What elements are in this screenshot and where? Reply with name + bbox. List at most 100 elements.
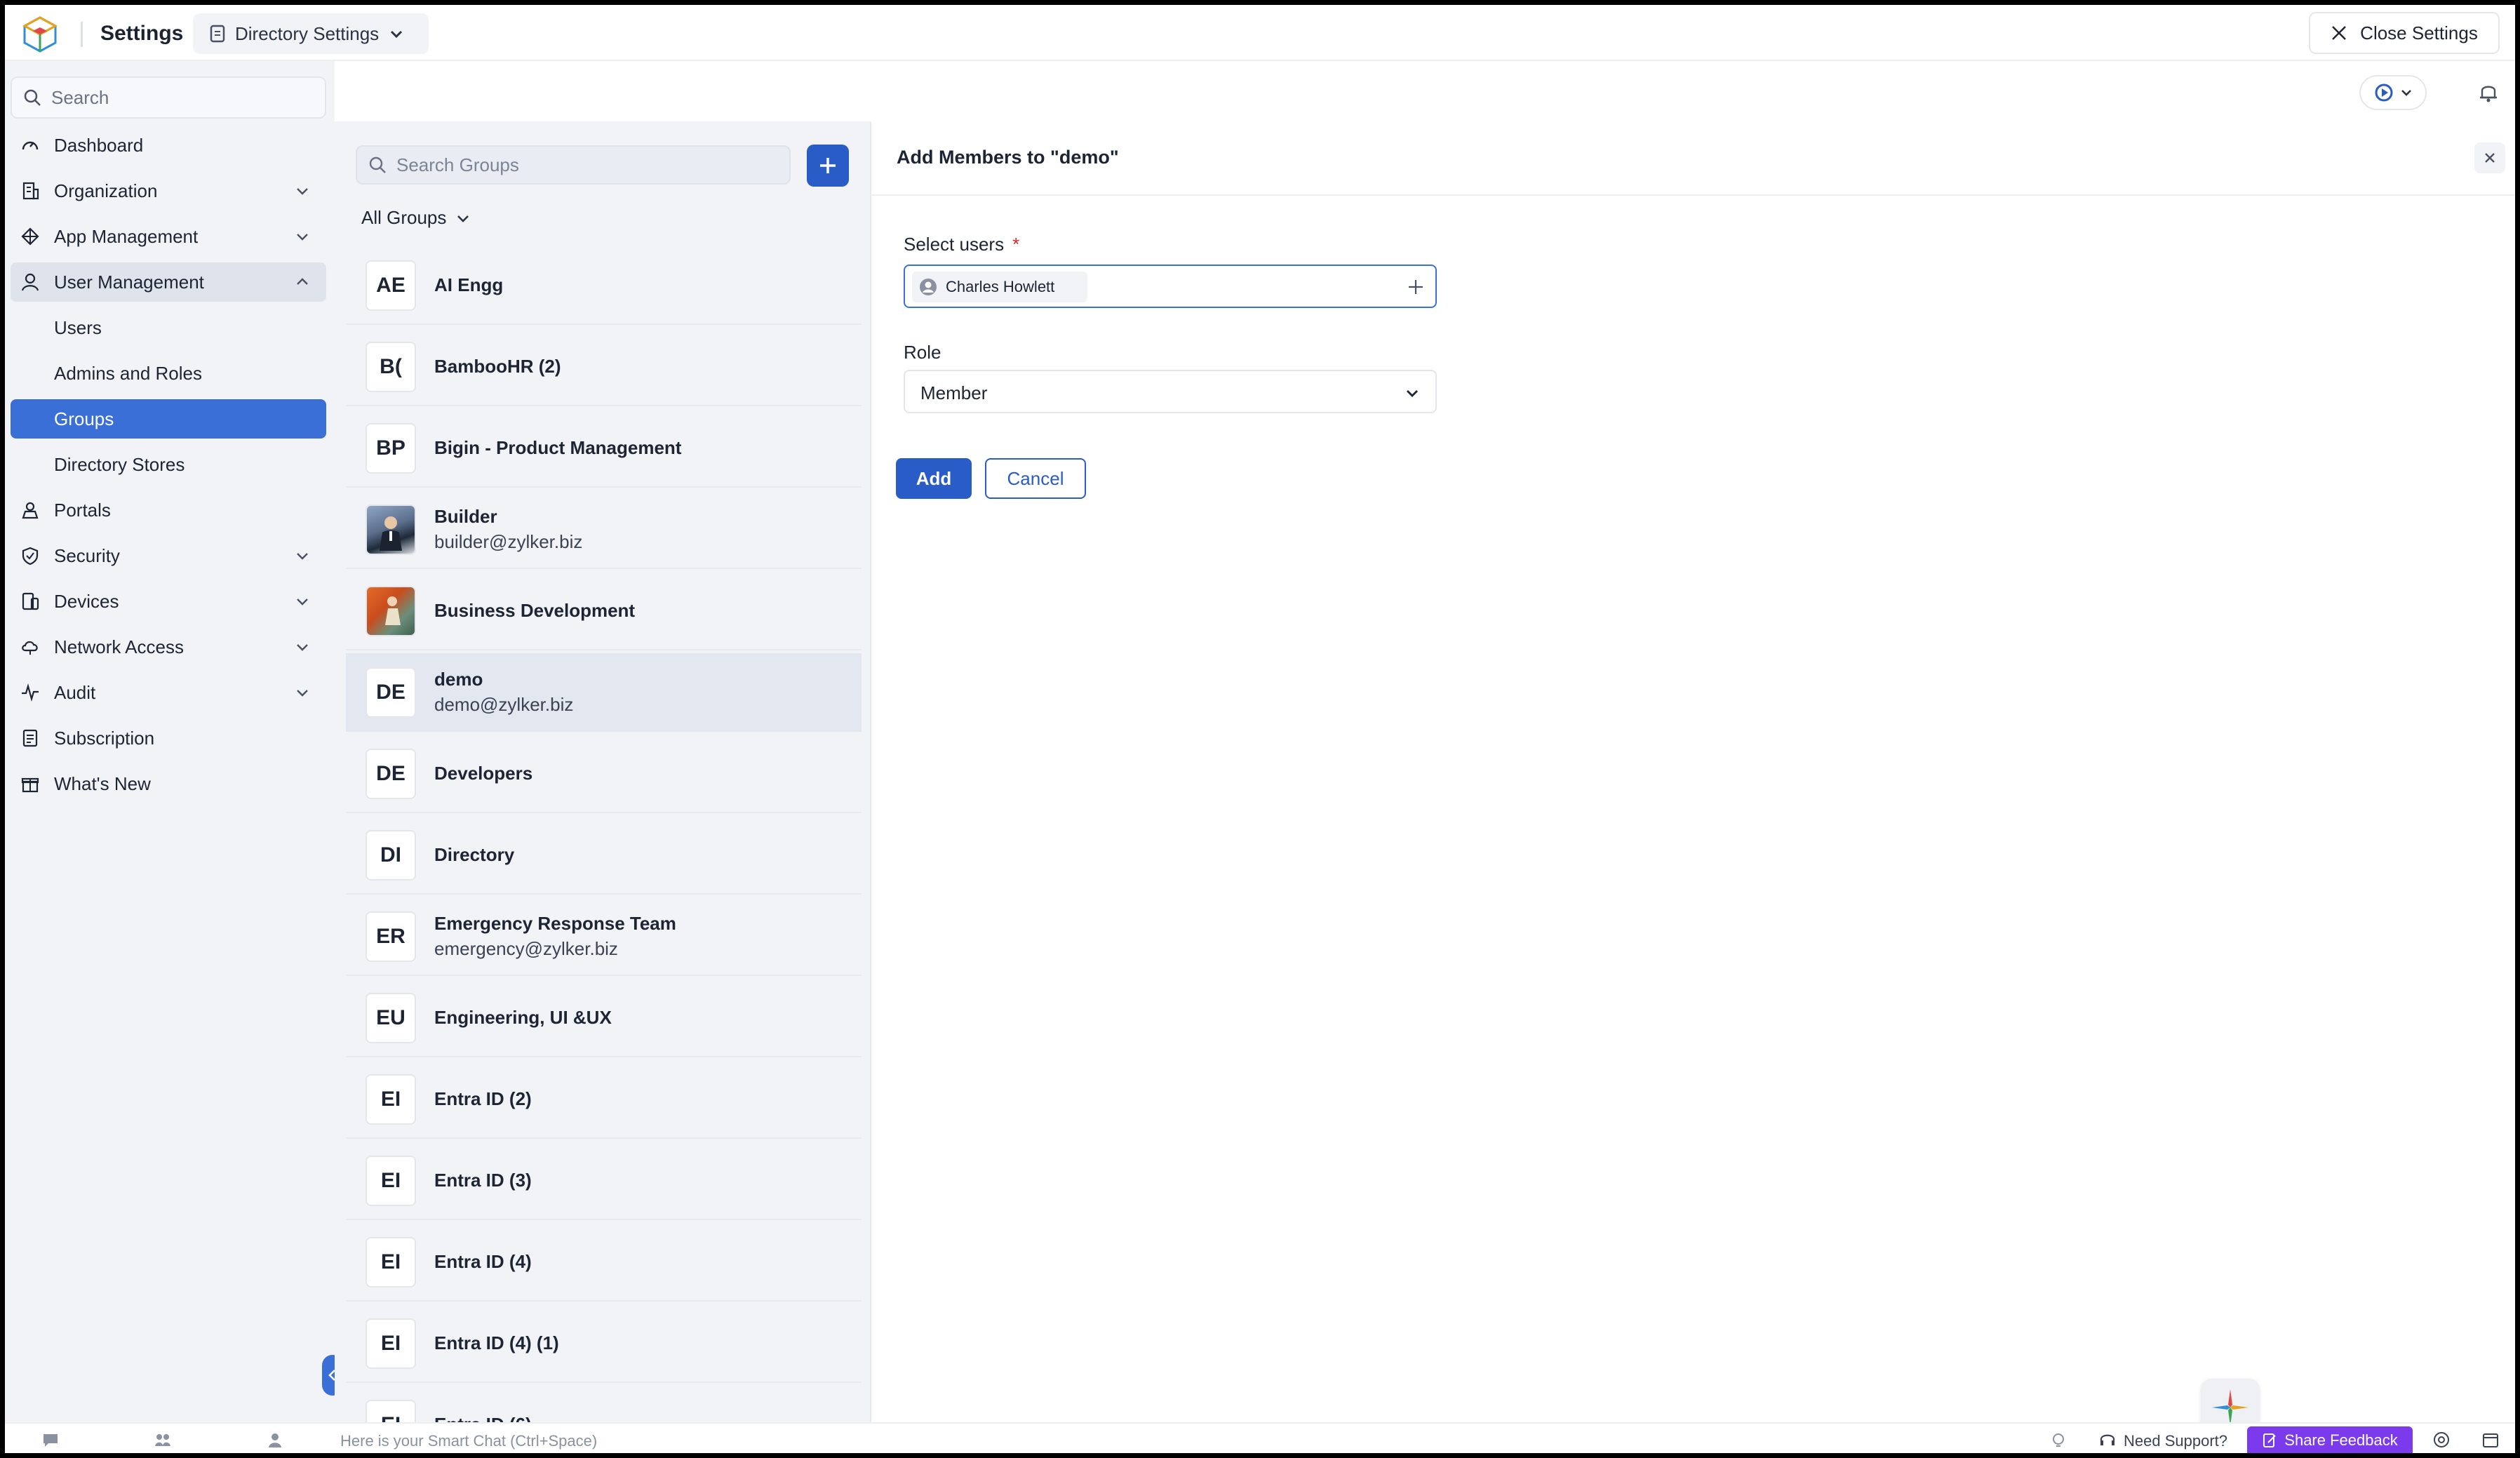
sidebar-item-network-access[interactable]: Network Access [11,627,326,667]
sidebar-item-devices[interactable]: Devices [11,582,326,621]
group-row[interactable]: Business Development [346,572,862,650]
sidebar-item-app-management[interactable]: App Management [11,217,326,256]
group-name: Bigin - Product Management [434,437,682,458]
sidebar-item-users[interactable]: Users [11,308,326,347]
activity-icon [22,683,39,702]
sidebar-item-groups[interactable]: Groups [11,399,326,439]
sidebar-item-subscription[interactable]: Subscription [11,718,326,758]
group-row[interactable]: EI Entra ID (6) [346,1386,862,1422]
gift-icon [21,777,39,793]
contacts-icon[interactable] [266,1431,284,1449]
sidebar-item-whats-new[interactable]: What's New [11,764,326,803]
organization-icon [22,182,39,200]
group-row[interactable]: ER Emergency Response Team emergency@zyl… [346,897,862,976]
group-avatar: EU [366,993,416,1043]
sidebar-item-directory-stores[interactable]: Directory Stores [11,445,326,484]
sidebar-item-label: Devices [54,590,119,612]
group-row[interactable]: DE Developers [346,735,862,813]
app-title: Settings [100,22,184,45]
chevron-down-icon [457,215,469,222]
calendar-icon[interactable] [2481,1431,2500,1449]
group-name: Entra ID (2) [434,1088,532,1109]
group-row[interactable]: EI Entra ID (3) [346,1142,862,1220]
add-user-icon[interactable] [1407,279,1424,295]
group-row-selected[interactable]: DE demo demo@zylker.biz [346,653,862,732]
panel-title: Add Members to "demo" [897,147,1119,168]
group-name: Entra ID (4) (1) [434,1332,559,1353]
lightbulb-icon[interactable] [2049,1431,2067,1449]
panel-header: Add Members to "demo" [871,121,2515,196]
chevron-down-icon [297,598,308,606]
group-row[interactable]: AE AI Engg [346,246,862,325]
sidebar-item-label: Admins and Roles [54,362,202,384]
selected-user-chip[interactable]: Charles Howlett [912,272,1087,302]
sidebar-item-label: Organization [54,180,158,201]
group-avatar: ER [366,911,416,962]
role-select[interactable]: Member [904,370,1437,413]
app-management-icon [21,227,39,246]
group-filter-dropdown[interactable]: All Groups [361,207,470,229]
person-photo-icon [385,596,401,625]
add-button[interactable]: Add [896,458,972,499]
group-avatar: EI [366,1400,416,1422]
sidebar-search-input[interactable]: Search [11,76,326,119]
sidebar-item-security[interactable]: Security [11,536,326,575]
close-icon [2485,153,2495,163]
role-value: Member [920,382,988,403]
assistant-button[interactable] [2359,75,2427,110]
close-settings-label: Close Settings [2360,22,2478,44]
app-logo-icon[interactable] [20,15,60,54]
group-name: AI Engg [434,274,504,295]
sidebar-item-portals[interactable]: Portals [11,490,326,530]
required-mark: * [1012,234,1020,255]
close-settings-button[interactable]: Close Settings [2309,12,2500,54]
chevron-down-icon [297,553,308,560]
at-mention-icon[interactable] [2432,1431,2451,1449]
main-header [335,61,2515,121]
group-avatar: DE [366,667,416,718]
channels-icon[interactable] [154,1431,172,1449]
group-row[interactable]: DI Directory [346,816,862,895]
group-row[interactable]: EI Entra ID (2) [346,1060,862,1139]
group-photo-avatar [366,504,416,555]
group-row[interactable]: EI Entra ID (4) [346,1223,862,1302]
sidebar-item-label: What's New [54,773,151,794]
group-email: builder@zylker.biz [434,531,583,552]
group-row[interactable]: EU Engineering, UI &UX [346,979,862,1057]
group-photo-avatar [366,586,416,636]
cloud-icon [22,641,38,655]
share-feedback-button[interactable]: Share Feedback [2247,1426,2413,1453]
need-support-link[interactable]: Need Support? [2124,1432,2227,1450]
group-row[interactable]: Builder builder@zylker.biz [346,490,862,569]
sidebar-item-label: Network Access [54,636,184,657]
bell-icon[interactable] [2476,79,2501,105]
user-icon [21,273,39,291]
group-name: Emergency Response Team [434,913,676,934]
select-users-field[interactable]: Charles Howlett [904,265,1437,308]
sidebar-item-organization[interactable]: Organization [11,171,326,210]
sidebar-item-audit[interactable]: Audit [11,673,326,712]
panel-close-button[interactable] [2474,142,2505,173]
section-selector[interactable]: Directory Settings [193,13,429,54]
sidebar-search-placeholder: Search [51,86,109,108]
chevron-up-icon [297,278,308,285]
group-row[interactable]: BP Bigin - Product Management [346,409,862,488]
group-avatar: EI [366,1156,416,1206]
sidebar-item-label: User Management [54,271,204,293]
sidebar-item-label: Portals [54,499,111,521]
group-search-input[interactable]: Search Groups [356,145,791,185]
smart-chat-input[interactable]: Here is your Smart Chat (Ctrl+Space) [340,1432,597,1450]
cancel-button[interactable]: Cancel [985,458,1086,499]
sidebar-item-label: Dashboard [54,134,144,156]
group-filter-label: All Groups [361,207,447,228]
add-group-button[interactable] [807,145,849,187]
sidebar-item-user-management[interactable]: User Management [11,262,326,302]
sidebar-item-admins-and-roles[interactable]: Admins and Roles [11,354,326,393]
group-search-placeholder: Search Groups [396,154,519,175]
group-row[interactable]: EI Entra ID (4) (1) [346,1304,862,1383]
chat-icon[interactable] [41,1431,60,1449]
group-name: BambooHR (2) [434,356,561,377]
chevron-down-icon [1407,390,1418,397]
sidebar-item-dashboard[interactable]: Dashboard [11,126,326,165]
group-row[interactable]: B( BambooHR (2) [346,328,862,406]
